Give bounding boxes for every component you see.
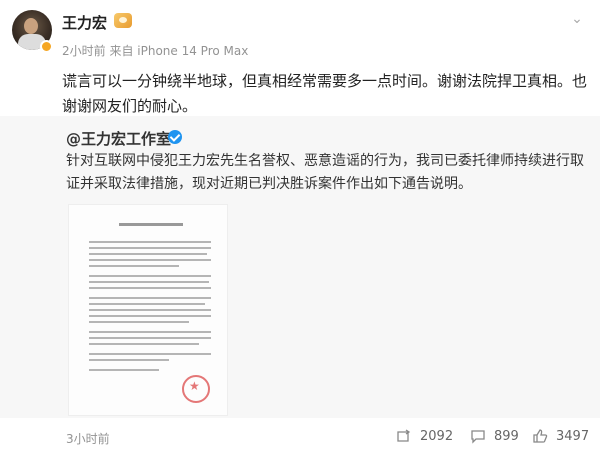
document-line	[89, 315, 211, 317]
document-line	[89, 309, 211, 311]
seal-stamp-icon	[182, 375, 210, 403]
document-line	[89, 337, 211, 339]
chevron-down-icon: ⌄	[571, 11, 583, 27]
more-options-button[interactable]: ⌄	[568, 10, 586, 28]
retweet-card[interactable]: @王力宏工作室 针对互联网中侵犯王力宏先生名誉权、恶意造谣的行为，我司已委托律师…	[0, 116, 600, 418]
document-line	[89, 303, 205, 305]
document-line	[89, 265, 179, 267]
document-line	[89, 343, 199, 345]
comment-icon	[471, 430, 485, 444]
vip-icon[interactable]	[114, 13, 132, 28]
retweet-time: 3小时前	[66, 432, 110, 446]
document-image[interactable]	[68, 204, 228, 416]
document-line	[89, 359, 169, 361]
document-line	[89, 247, 211, 249]
repost-button[interactable]: 2092	[396, 426, 453, 446]
verified-blue-icon	[168, 130, 182, 144]
document-line	[89, 297, 211, 299]
repost-icon	[397, 429, 411, 442]
verified-badge-icon	[40, 40, 53, 53]
document-line	[89, 253, 207, 255]
comment-button[interactable]: 899	[470, 426, 519, 446]
document-title-line	[119, 223, 183, 226]
repost-count: 2092	[420, 428, 454, 444]
post-text: 谎言可以一分钟绕半地球，但真相经常需要多一点时间。谢谢法院捍卫真相。也谢谢网友们…	[62, 72, 588, 115]
post-meta: 2小时前 来自 iPhone 14 Pro Max	[62, 44, 249, 58]
avatar-face	[24, 18, 38, 34]
document-line	[89, 241, 211, 243]
document-line	[89, 275, 211, 277]
thumb-up-icon	[533, 429, 548, 443]
document-line	[89, 331, 211, 333]
document-line	[89, 321, 189, 323]
document-line	[89, 281, 209, 283]
retweet-author[interactable]: @王力宏工作室	[66, 128, 171, 149]
like-button[interactable]: 3497	[532, 426, 589, 446]
like-count: 3497	[556, 428, 590, 444]
document-line	[89, 259, 211, 261]
comment-count: 899	[494, 428, 519, 444]
document-line	[89, 287, 211, 289]
document-line	[89, 369, 159, 371]
username[interactable]: 王力宏	[62, 12, 107, 33]
retweet-text: 针对互联网中侵犯王力宏先生名誉权、恶意造谣的行为，我司已委托律师持续进行取证并采…	[66, 153, 584, 192]
document-line	[89, 353, 211, 355]
